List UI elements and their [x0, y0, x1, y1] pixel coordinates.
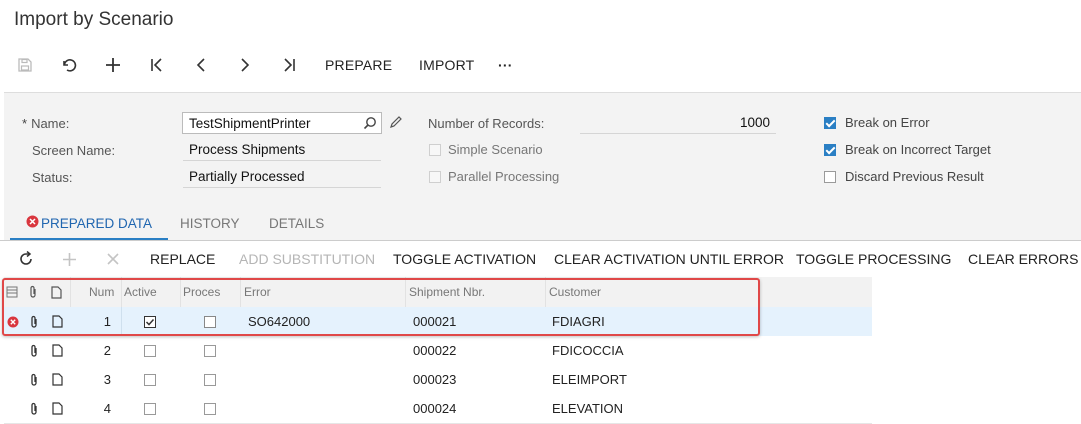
table-row[interactable]: 4 000024 ELEVATION — [4, 394, 872, 424]
grid-toolbar: REPLACE ADD SUBSTITUTION TOGGLE ACTIVATI… — [0, 240, 1081, 277]
tab-prepared-data[interactable]: PREPARED DATA — [26, 206, 152, 240]
records-field[interactable]: 1000 — [580, 112, 776, 134]
break-on-error-checkbox[interactable] — [824, 117, 836, 129]
name-value: TestShipmentPrinter — [189, 116, 311, 131]
tab-bar: PREPARED DATA HISTORY DETAILS — [4, 206, 1081, 241]
records-label: Number of Records: — [428, 116, 545, 131]
tab-history[interactable]: HISTORY — [180, 206, 240, 240]
toggle-processing-button[interactable]: TOGGLE PROCESSING — [796, 241, 951, 277]
break-on-target-label: Break on Incorrect Target — [845, 142, 991, 157]
simple-scenario-label: Simple Scenario — [448, 142, 543, 157]
row-num: 3 — [103, 372, 111, 387]
parallel-processing-checkbox — [429, 171, 441, 183]
screen-name-field: Process Shipments — [183, 139, 381, 161]
screen-name-label: Screen Name: — [32, 143, 116, 158]
tab-details[interactable]: DETAILS — [269, 206, 324, 240]
break-on-error-label: Break on Error — [845, 115, 930, 130]
clear-activation-button[interactable]: CLEAR ACTIVATION UNTIL ERROR — [554, 241, 784, 277]
row-note-icon[interactable] — [52, 336, 63, 365]
status-field: Partially Processed — [183, 166, 381, 188]
parallel-processing-label: Parallel Processing — [448, 169, 560, 184]
next-icon[interactable] — [234, 50, 256, 80]
search-icon[interactable] — [363, 116, 377, 133]
status-label: Status: — [32, 170, 73, 185]
add-row-icon — [62, 241, 77, 277]
import-button[interactable]: IMPORT — [419, 50, 474, 80]
table-row[interactable]: 2 000022 FDICOCCIA — [4, 336, 872, 366]
last-icon[interactable] — [278, 50, 300, 80]
clear-errors-button[interactable]: CLEAR ERRORS — [968, 241, 1078, 277]
toggle-activation-button[interactable]: TOGGLE ACTIVATION — [393, 241, 536, 277]
row-attachment-icon[interactable] — [28, 336, 40, 365]
row-active-checkbox[interactable] — [144, 365, 156, 394]
row-processed-checkbox[interactable] — [204, 336, 216, 365]
table-row[interactable]: 3 000023 ELEIMPORT — [4, 365, 872, 395]
row-shipment-nbr: 000023 — [413, 372, 457, 387]
break-on-target-checkbox[interactable] — [824, 144, 836, 156]
discard-result-checkbox[interactable] — [824, 171, 836, 183]
refresh-icon[interactable] — [18, 241, 34, 277]
discard-result-label: Discard Previous Result — [845, 169, 984, 184]
first-icon[interactable] — [146, 50, 168, 80]
tab-prepared-data-label: PREPARED DATA — [41, 215, 153, 231]
main-toolbar: PREPARE IMPORT ··· — [0, 50, 1081, 80]
highlight-annotation-box — [2, 278, 760, 336]
row-attachment-icon[interactable] — [28, 365, 40, 394]
row-processed-checkbox[interactable] — [204, 365, 216, 394]
page-title: Import by Scenario — [14, 9, 174, 30]
delete-row-icon — [106, 241, 120, 277]
required-marker: * — [22, 116, 28, 131]
edit-icon[interactable] — [389, 115, 403, 134]
row-num: 2 — [103, 343, 111, 358]
add-icon[interactable] — [102, 50, 124, 80]
replace-button[interactable]: REPLACE — [150, 241, 215, 277]
name-label-text: Name: — [31, 116, 70, 131]
row-shipment-nbr: 000022 — [413, 343, 457, 358]
save-icon[interactable] — [14, 50, 36, 80]
row-customer: ELEIMPORT — [552, 372, 627, 387]
error-icon — [26, 215, 39, 231]
prepare-button[interactable]: PREPARE — [325, 50, 392, 80]
more-icon[interactable]: ··· — [498, 50, 513, 80]
row-note-icon[interactable] — [52, 365, 63, 394]
simple-scenario-checkbox — [429, 144, 441, 156]
prev-icon[interactable] — [190, 50, 212, 80]
undo-icon[interactable] — [58, 50, 80, 80]
add-substitution-button: ADD SUBSTITUTION — [239, 251, 376, 267]
row-customer: FDICOCCIA — [552, 343, 624, 358]
name-label: * Name: — [22, 116, 69, 131]
name-field[interactable]: TestShipmentPrinter — [182, 112, 382, 134]
row-active-checkbox[interactable] — [144, 336, 156, 365]
